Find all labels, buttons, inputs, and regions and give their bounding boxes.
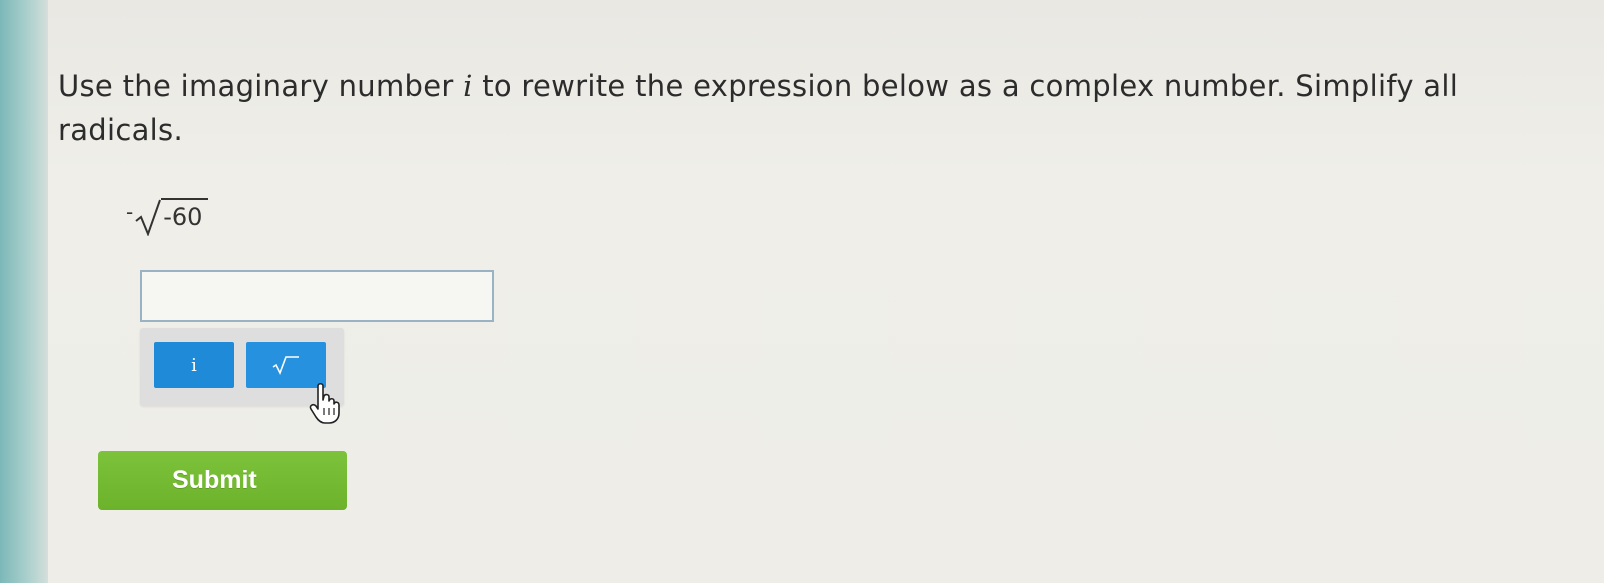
question-text-start: Use the imaginary number [58,69,464,103]
answer-input[interactable] [140,270,494,322]
question-prompt: Use the imaginary number i to rewrite th… [58,64,1558,152]
imaginary-unit-symbol: i [463,69,473,103]
insert-i-button[interactable]: i [154,342,234,388]
i-button-label: i [191,354,197,376]
expression-radicand: -60 [161,198,209,232]
square-root-icon [272,356,299,375]
submit-button-label: Submit [172,466,257,494]
expression-sign: - [126,200,134,224]
math-expression: - -60 [126,192,209,236]
radical-sign-icon [135,199,162,236]
hand-pointer-cursor-icon [309,382,340,424]
left-sidebar-strip [0,0,48,583]
submit-button[interactable]: Submit [98,451,347,510]
